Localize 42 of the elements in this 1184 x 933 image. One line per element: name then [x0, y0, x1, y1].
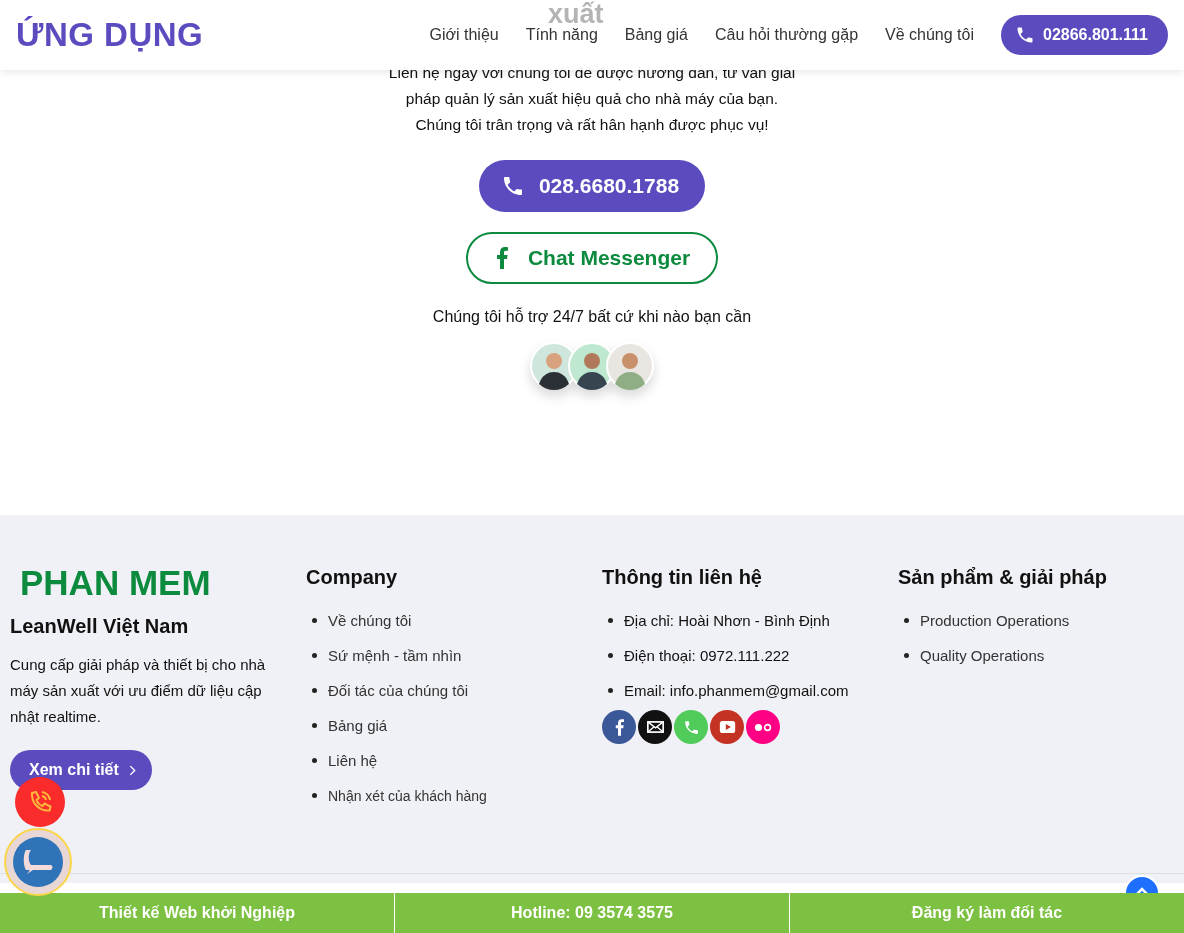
call-float-icon[interactable] [15, 777, 65, 827]
nav-link[interactable]: Câu hỏi thường gặp [714, 26, 859, 44]
footer-link[interactable]: Production Operations [920, 612, 1070, 629]
company-name: LeanWell Việt Nam [10, 615, 189, 638]
facebook-icon[interactable] [602, 710, 636, 744]
column-title: Sản phẩm & giải pháp [898, 566, 1107, 589]
phone-icon [1015, 25, 1035, 45]
footer-link[interactable]: Bảng giá [328, 717, 388, 734]
contact-info-text: Điện thoại: 0972.111.222 [624, 647, 790, 664]
flickr-icon[interactable] [746, 710, 780, 744]
email-icon[interactable] [638, 710, 672, 744]
scroll-up-icon[interactable] [1124, 875, 1160, 893]
facebook-icon [495, 247, 508, 269]
column-title: Company [306, 566, 398, 589]
intro-text: Chúng tôi trân trọng và rất hân hạnh được phục vụ! [414, 115, 770, 135]
support-note: Chúng tôi hỗ trợ 24/7 bất cứ khi nào bạn cần [432, 308, 752, 326]
youtube-icon[interactable] [710, 710, 744, 744]
call-button[interactable]: 028.6680.1788 [478, 160, 706, 212]
nav-link[interactable]: Về chúng tôi [885, 26, 974, 44]
heading-fragment: xuất [548, 0, 604, 28]
footer-link[interactable]: Nhận xét của khách hàng [328, 787, 487, 804]
footer-link[interactable]: Về chúng tôi [328, 612, 412, 629]
details-button[interactable]: Xem chi tiết [10, 750, 152, 790]
phone-button[interactable]: 02866.801.111 [1001, 15, 1168, 55]
footer-link[interactable]: Đối tác của chúng tôi [328, 682, 469, 699]
zalo-float-icon[interactable] [4, 828, 72, 896]
site-logo[interactable]: ỨNG DỤNG [16, 16, 204, 54]
footer-link[interactable]: Liên hệ [328, 752, 378, 769]
footer-link[interactable]: Quality Operations [920, 647, 1045, 664]
contact-info-text: Địa chỉ: Hoài Nhơn - Bình Định [624, 612, 830, 629]
nav-link[interactable]: Giới thiệu [429, 26, 499, 44]
column-title: Thông tin liên hệ [602, 566, 762, 589]
avatar [606, 342, 654, 390]
company-description: Cung cấp giải pháp và thiết bị cho nhà máy sản xuất với ưu điểm dữ liệu cập nhật realtime. [10, 655, 267, 727]
contact-info-text: Email: info.phanmem@gmail.com [624, 682, 849, 699]
messenger-button[interactable]: Chat Messenger [465, 232, 719, 284]
nav-link[interactable]: Bảng giá [624, 26, 688, 44]
chevron-right-icon [128, 764, 136, 776]
intro-text: Liên hệ ngay với chúng tôi để được hướng dẫn, tư vấn giải pháp quản lý sản xuất hiệu quả cho nhà máy của bạn. [387, 63, 797, 109]
footer-link[interactable]: Sứ mệnh - tầm nhìn [328, 647, 462, 664]
footer-logo: PHAN MEM [20, 563, 211, 603]
nav-link[interactable]: Tính năng [525, 26, 598, 44]
